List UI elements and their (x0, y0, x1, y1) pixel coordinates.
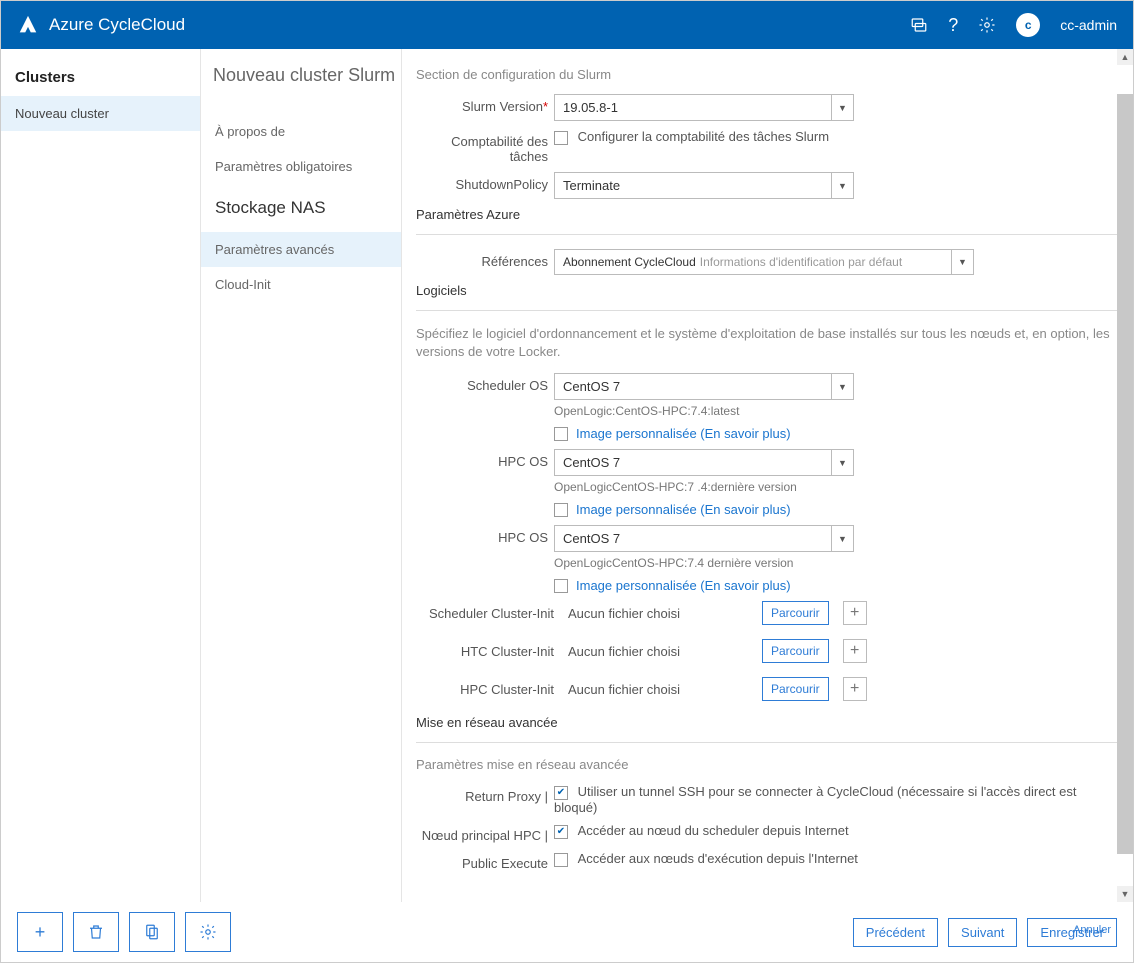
add-htc-clusterinit[interactable]: + (843, 639, 867, 663)
add-button[interactable]: + (17, 912, 63, 952)
add-hpc-clusterinit[interactable]: + (843, 677, 867, 701)
copy-button[interactable] (129, 912, 175, 952)
label-scheduler-os: Scheduler OS (416, 373, 554, 393)
browse-htc-clusterinit[interactable]: Parcourir (762, 639, 829, 663)
wizard-steps: À propos de Paramètres obligatoires Stoc… (201, 96, 401, 302)
app-header: Azure CycleCloud ? c cc-admin (1, 1, 1133, 49)
label-shutdown: ShutdownPolicy (416, 172, 554, 192)
label-return-proxy: Return Proxy | (416, 784, 554, 804)
section-software-title: Logiciels (416, 283, 1119, 298)
checkbox-public-execute[interactable] (554, 853, 568, 867)
dropdown-scheduler-os[interactable]: ▼ (832, 373, 854, 400)
add-scheduler-clusterinit[interactable]: + (843, 601, 867, 625)
input-references[interactable]: Abonnement CycleCloudInformations d'iden… (554, 249, 952, 275)
label-htc-clusterinit: HTC Cluster-Init (416, 644, 554, 659)
label-slurm-version: Slurm Version* (416, 94, 554, 114)
label-public-execute: Public Execute (416, 851, 554, 871)
azure-icon (17, 14, 39, 36)
label-hpc-os2: HPC OS (416, 525, 554, 545)
step-nas[interactable]: Stockage NAS (201, 184, 401, 232)
subtext-hpc-os: OpenLogicCentOS-HPC:7 .4:dernière versio… (554, 480, 1119, 494)
dropdown-hpc-os2[interactable]: ▼ (832, 525, 854, 552)
input-scheduler-os[interactable]: CentOS 7 (554, 373, 832, 400)
text-accounting: Configurer la comptabilité des tâches Sl… (578, 129, 829, 144)
sidebar-heading: Clusters (1, 59, 200, 96)
dropdown-slurm-version[interactable]: ▼ (832, 94, 854, 121)
scroll-up-icon[interactable]: ▲ (1117, 49, 1133, 65)
cancel-button[interactable]: Annuler (1073, 924, 1111, 936)
sidebar: Clusters Nouveau cluster (1, 49, 201, 902)
text-return-proxy: Utiliser un tunnel SSH pour se connecter… (554, 784, 1077, 815)
scroll-thumb[interactable] (1117, 94, 1133, 854)
gear-icon (199, 923, 217, 941)
header-actions: ? c cc-admin (910, 13, 1117, 37)
dropdown-shutdown[interactable]: ▼ (832, 172, 854, 199)
link-hpc-custom-image[interactable]: Image personnalisée (En savoir plus) (576, 502, 791, 517)
input-slurm-version[interactable]: 19.05.8-1 (554, 94, 832, 121)
browse-hpc-clusterinit[interactable]: Parcourir (762, 677, 829, 701)
label-hpc-clusterinit: HPC Cluster-Init (416, 682, 554, 697)
scrollbar[interactable]: ▲ ▼ (1117, 49, 1133, 902)
checkbox-head-node[interactable] (554, 825, 568, 839)
settings-button[interactable] (185, 912, 231, 952)
input-shutdown[interactable]: Terminate (554, 172, 832, 199)
section-azure-title: Paramètres Azure (416, 207, 1119, 222)
app-name: Azure CycleCloud (49, 15, 185, 35)
text-head-node: Accéder au nœud du scheduler depuis Inte… (578, 823, 849, 838)
form-panel: ▲ ▼ Section de configuration du Slurm Sl… (401, 49, 1133, 902)
sidebar-item-new-cluster[interactable]: Nouveau cluster (1, 96, 200, 131)
section-networking-title: Mise en réseau avancée (416, 715, 1119, 730)
label-references: Références (416, 249, 554, 269)
label-hpc-os: HPC OS (416, 449, 554, 469)
checkbox-return-proxy[interactable] (554, 786, 568, 800)
checkbox-hpc2-custom-image[interactable] (554, 579, 568, 593)
step-advanced[interactable]: Paramètres avancés (201, 232, 401, 267)
software-description: Spécifiez le logiciel d'ordonnancement e… (416, 325, 1119, 361)
help-icon[interactable]: ? (948, 15, 958, 36)
status-hpc-clusterinit: Aucun fichier choisi (568, 682, 748, 697)
step-cloudinit[interactable]: Cloud-Init (201, 267, 401, 302)
feedback-icon[interactable] (910, 16, 928, 34)
checkbox-scheduler-custom-image[interactable] (554, 427, 568, 441)
checkbox-accounting[interactable] (554, 131, 568, 145)
label-head-node: Nœud principal HPC | (416, 823, 554, 843)
input-hpc-os2[interactable]: CentOS 7 (554, 525, 832, 552)
page-title: Nouveau cluster Slurm (201, 49, 401, 96)
next-button[interactable]: Suivant (948, 918, 1017, 947)
dropdown-hpc-os[interactable]: ▼ (832, 449, 854, 476)
settings-icon[interactable] (978, 16, 996, 34)
subtext-scheduler-os: OpenLogic:CentOS-HPC:7.4:latest (554, 404, 1119, 418)
step-about[interactable]: À propos de (201, 114, 401, 149)
scroll-down-icon[interactable]: ▼ (1117, 886, 1133, 902)
user-avatar[interactable]: c (1016, 13, 1040, 37)
app-logo: Azure CycleCloud (17, 14, 185, 36)
section-networking-subtitle: Paramètres mise en réseau avancée (416, 757, 1119, 772)
step-required[interactable]: Paramètres obligatoires (201, 149, 401, 184)
dropdown-references[interactable]: ▼ (952, 249, 974, 275)
plus-icon: + (35, 922, 46, 943)
link-hpc2-custom-image[interactable]: Image personnalisée (En savoir plus) (576, 578, 791, 593)
prev-button[interactable]: Précédent (853, 918, 938, 947)
text-public-execute: Accéder aux nœuds d'exécution depuis l'I… (578, 851, 858, 866)
footer: + Précédent Suivant Enregistrer Annuler (1, 902, 1133, 962)
copy-icon (143, 923, 161, 941)
link-scheduler-custom-image[interactable]: Image personnalisée (En savoir plus) (576, 426, 791, 441)
browse-scheduler-clusterinit[interactable]: Parcourir (762, 601, 829, 625)
status-scheduler-clusterinit: Aucun fichier choisi (568, 606, 748, 621)
checkbox-hpc-custom-image[interactable] (554, 503, 568, 517)
subtext-hpc-os2: OpenLogicCentOS-HPC:7.4 dernière version (554, 556, 1119, 570)
user-name[interactable]: cc-admin (1060, 17, 1117, 33)
input-hpc-os[interactable]: CentOS 7 (554, 449, 832, 476)
label-accounting: Comptabilité des tâches (416, 129, 554, 164)
trash-icon (87, 923, 105, 941)
label-scheduler-clusterinit: Scheduler Cluster-Init (416, 606, 554, 621)
section-slurm-title: Section de configuration du Slurm (416, 67, 1119, 82)
status-htc-clusterinit: Aucun fichier choisi (568, 644, 748, 659)
delete-button[interactable] (73, 912, 119, 952)
